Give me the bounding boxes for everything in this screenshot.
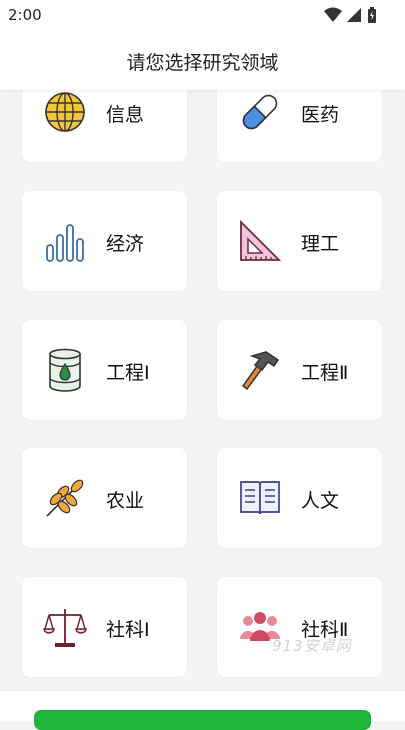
- confirm-button[interactable]: [34, 710, 371, 730]
- oil-barrel-icon: [49, 348, 81, 392]
- field-card-social-science-2[interactable]: 社科Ⅱ: [217, 577, 382, 677]
- hammer-icon: [241, 351, 280, 391]
- field-label: 医药: [301, 104, 340, 126]
- status-icons: [323, 7, 387, 23]
- status-bar: 2:00: [0, 0, 405, 30]
- field-card-agriculture[interactable]: 农业: [22, 448, 187, 548]
- field-card-economics[interactable]: 经济: [22, 191, 187, 291]
- bar-chart-icon: [46, 224, 84, 262]
- status-time: 2:00: [8, 6, 42, 24]
- field-card-engineering-1[interactable]: 工程Ⅰ: [22, 320, 187, 420]
- field-label: 理工: [301, 233, 340, 255]
- cellular-signal-icon: [347, 8, 361, 22]
- field-label: 农业: [106, 490, 145, 512]
- field-card-engineering-2[interactable]: 工程Ⅱ: [217, 320, 382, 420]
- page-title: 请您选择研究领域: [126, 52, 279, 74]
- field-label: 经济: [106, 233, 145, 255]
- globe-icon: [45, 92, 85, 132]
- set-square-icon: [240, 219, 282, 261]
- field-label: 社科Ⅰ: [106, 619, 150, 641]
- field-label: 信息: [106, 104, 145, 126]
- field-card-info[interactable]: 信息: [22, 90, 187, 162]
- open-book-icon: [240, 481, 280, 515]
- battery-icon: [368, 7, 376, 23]
- watermark: 913安卓网: [272, 637, 352, 655]
- field-grid: 信息 医药 经济 理工 工程Ⅰ 工程Ⅱ 农业 人文 社科Ⅰ 社科Ⅱ: [0, 90, 405, 690]
- field-label: 人文: [301, 490, 340, 512]
- pill-capsule-icon: [242, 94, 278, 130]
- field-card-humanities[interactable]: 人文: [217, 448, 382, 548]
- header: 请您选择研究领域: [0, 30, 405, 90]
- field-label: 工程Ⅱ: [301, 362, 349, 384]
- field-card-medicine[interactable]: 医药: [217, 90, 382, 162]
- wifi-icon: [324, 7, 342, 22]
- wheat-icon: [46, 479, 84, 517]
- field-card-social-science-1[interactable]: 社科Ⅰ: [22, 577, 187, 677]
- field-label: 工程Ⅰ: [106, 362, 150, 384]
- scales-icon: [43, 609, 87, 647]
- field-card-science-engineering[interactable]: 理工: [217, 191, 382, 291]
- bottom-bar: [0, 690, 405, 730]
